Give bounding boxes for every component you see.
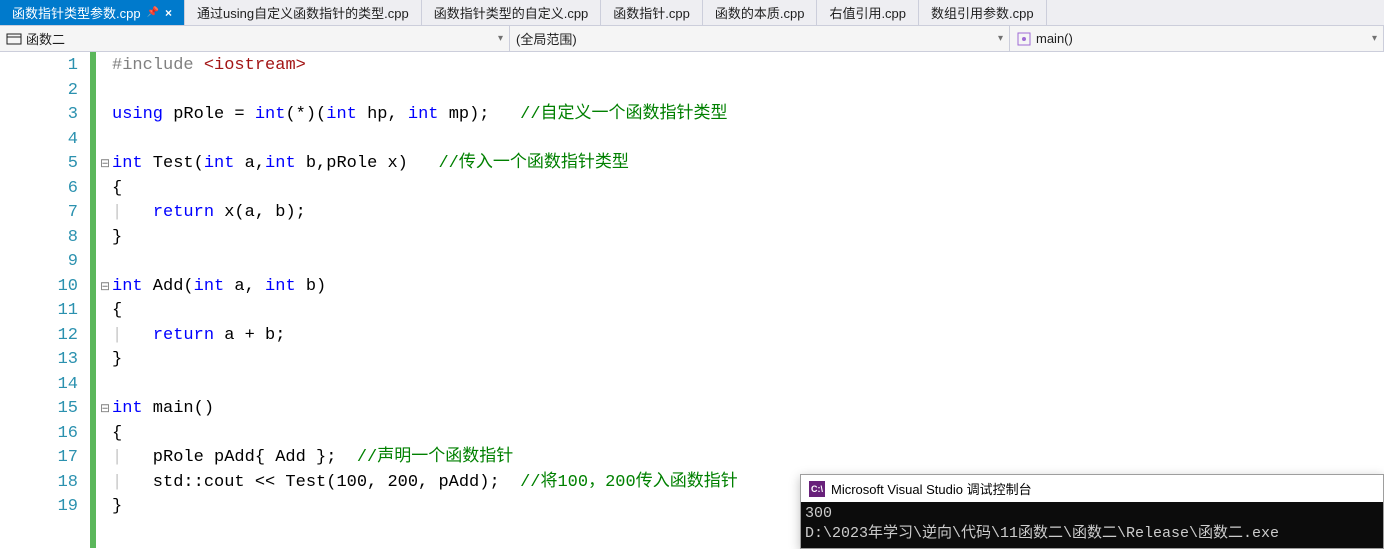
code-line[interactable]: | return a + b; xyxy=(112,324,1384,349)
code-line[interactable]: { xyxy=(112,177,1384,202)
chevron-down-icon: ▾ xyxy=(998,33,1003,44)
line-number: 14 xyxy=(0,373,78,398)
code-line[interactable]: using pRole = int(*)(int hp, int mp); //… xyxy=(112,103,1384,128)
tab-file-0[interactable]: 函数指针类型参数.cpp 📌 × xyxy=(0,0,185,25)
line-number: 8 xyxy=(0,226,78,251)
member-label: main() xyxy=(1036,31,1073,46)
code-line[interactable] xyxy=(112,128,1384,153)
code-line[interactable]: int main() xyxy=(112,397,1384,422)
code-line[interactable]: | pRole pAdd{ Add }; //声明一个函数指针 xyxy=(112,446,1384,471)
fold-empty xyxy=(98,226,112,251)
tab-label: 数组引用参数.cpp xyxy=(931,3,1034,22)
fold-empty xyxy=(98,495,112,520)
tab-file-6[interactable]: 数组引用参数.cpp xyxy=(919,0,1047,25)
tab-label: 右值引用.cpp xyxy=(829,3,906,22)
pin-icon[interactable]: 📌 xyxy=(147,7,159,18)
line-number: 4 xyxy=(0,128,78,153)
code-line[interactable] xyxy=(112,250,1384,275)
console-titlebar[interactable]: C:\ Microsoft Visual Studio 调试控制台 xyxy=(801,475,1383,502)
line-number: 19 xyxy=(0,495,78,520)
line-number-gutter: 12345678910111213141516171819 xyxy=(0,52,90,548)
fold-empty xyxy=(98,128,112,153)
tab-file-4[interactable]: 函数的本质.cpp xyxy=(703,0,818,25)
fold-empty xyxy=(98,201,112,226)
line-number: 17 xyxy=(0,446,78,471)
line-number: 13 xyxy=(0,348,78,373)
code-line[interactable]: | return x(a, b); xyxy=(112,201,1384,226)
line-number: 9 xyxy=(0,250,78,275)
chevron-down-icon: ▾ xyxy=(498,33,503,44)
fold-empty xyxy=(98,177,112,202)
tab-label: 函数指针类型参数.cpp xyxy=(12,3,141,22)
navigation-bar: 函数二 ▾ (全局范围) ▾ main() ▾ xyxy=(0,26,1384,52)
fold-gutter[interactable]: ⊟ ⊟ ⊟ xyxy=(98,52,112,548)
change-indicator-bar xyxy=(90,52,96,548)
line-number: 15 xyxy=(0,397,78,422)
fold-empty xyxy=(98,324,112,349)
console-output[interactable]: 300 D:\2023年学习\逆向\代码\11函数二\函数二\Release\函… xyxy=(801,502,1383,548)
line-number: 10 xyxy=(0,275,78,300)
fold-empty xyxy=(98,373,112,398)
method-icon xyxy=(1016,31,1032,47)
code-line[interactable] xyxy=(112,79,1384,104)
vs-logo-icon: C:\ xyxy=(809,481,825,497)
tab-label: 通过using自定义函数指针的类型.cpp xyxy=(197,3,409,22)
fold-empty xyxy=(98,54,112,79)
chevron-down-icon: ▾ xyxy=(1372,33,1377,44)
line-number: 16 xyxy=(0,422,78,447)
tab-file-1[interactable]: 通过using自定义函数指针的类型.cpp xyxy=(185,0,422,25)
code-line[interactable]: int Add(int a, int b) xyxy=(112,275,1384,300)
code-line[interactable]: } xyxy=(112,226,1384,251)
code-line[interactable]: } xyxy=(112,348,1384,373)
line-number: 18 xyxy=(0,471,78,496)
fold-empty xyxy=(98,422,112,447)
project-dropdown[interactable]: 函数二 ▾ xyxy=(0,26,510,51)
line-number: 11 xyxy=(0,299,78,324)
fold-toggle[interactable]: ⊟ xyxy=(98,152,112,177)
line-number: 7 xyxy=(0,201,78,226)
tab-bar: 函数指针类型参数.cpp 📌 × 通过using自定义函数指针的类型.cpp 函数指针类… xyxy=(0,0,1384,26)
member-dropdown[interactable]: main() ▾ xyxy=(1010,26,1384,51)
tab-label: 函数的本质.cpp xyxy=(715,3,805,22)
tab-file-3[interactable]: 函数指针.cpp xyxy=(601,0,703,25)
project-icon xyxy=(6,31,22,47)
code-line[interactable]: { xyxy=(112,299,1384,324)
tab-label: 函数指针.cpp xyxy=(613,3,690,22)
line-number: 1 xyxy=(0,54,78,79)
tab-label: 函数指针类型的自定义.cpp xyxy=(434,3,589,22)
fold-empty xyxy=(98,103,112,128)
code-line[interactable]: int Test(int a,int b,pRole x) //传入一个函数指针… xyxy=(112,152,1384,177)
line-number: 6 xyxy=(0,177,78,202)
code-line[interactable]: { xyxy=(112,422,1384,447)
fold-empty xyxy=(98,446,112,471)
line-number: 5 xyxy=(0,152,78,177)
line-number: 12 xyxy=(0,324,78,349)
console-title-text: Microsoft Visual Studio 调试控制台 xyxy=(831,479,1032,498)
code-line[interactable]: #include <iostream> xyxy=(112,54,1384,79)
line-number: 2 xyxy=(0,79,78,104)
fold-toggle[interactable]: ⊟ xyxy=(98,275,112,300)
line-number: 3 xyxy=(0,103,78,128)
scope-label: (全局范围) xyxy=(516,29,577,48)
close-icon[interactable]: × xyxy=(165,6,172,20)
tab-file-5[interactable]: 右值引用.cpp xyxy=(817,0,919,25)
project-label: 函数二 xyxy=(26,29,65,48)
fold-empty xyxy=(98,250,112,275)
scope-dropdown[interactable]: (全局范围) ▾ xyxy=(510,26,1010,51)
debug-console-window[interactable]: C:\ Microsoft Visual Studio 调试控制台 300 D:… xyxy=(800,474,1384,549)
fold-empty xyxy=(98,471,112,496)
fold-toggle[interactable]: ⊟ xyxy=(98,397,112,422)
code-line[interactable] xyxy=(112,373,1384,398)
fold-empty xyxy=(98,348,112,373)
tab-file-2[interactable]: 函数指针类型的自定义.cpp xyxy=(422,0,602,25)
fold-empty xyxy=(98,299,112,324)
fold-empty xyxy=(98,79,112,104)
